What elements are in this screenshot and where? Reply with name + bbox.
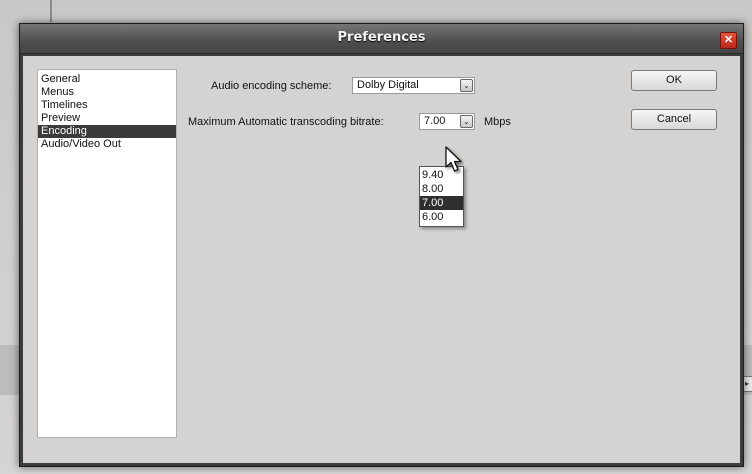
- close-icon[interactable]: ✕: [720, 32, 737, 49]
- category-list: General Menus Timelines Preview Encoding…: [37, 69, 177, 438]
- bitrate-label: Maximum Automatic transcoding bitrate:: [188, 116, 384, 128]
- category-item-general[interactable]: General: [38, 73, 176, 86]
- category-item-encoding[interactable]: Encoding: [38, 125, 176, 138]
- bitrate-option-7-00[interactable]: 7.00: [420, 196, 463, 210]
- bitrate-unit: Mbps: [484, 116, 511, 128]
- audio-encoding-label: Audio encoding scheme:: [211, 80, 332, 92]
- dialog-title: Preferences: [337, 30, 426, 45]
- dialog-content: General Menus Timelines Preview Encoding…: [23, 56, 740, 463]
- category-item-timelines[interactable]: Timelines: [38, 99, 176, 112]
- bitrate-value: 7.00: [424, 115, 446, 127]
- category-item-preview[interactable]: Preview: [38, 112, 176, 125]
- mouse-pointer-icon: [445, 146, 462, 172]
- cancel-button[interactable]: Cancel: [631, 109, 717, 130]
- preferences-dialog: Preferences ✕ General Menus Timelines Pr…: [19, 23, 744, 467]
- bitrate-select[interactable]: 7.00 ⌄: [419, 113, 475, 130]
- category-item-menus[interactable]: Menus: [38, 86, 176, 99]
- audio-encoding-select[interactable]: Dolby Digital ⌄: [352, 77, 475, 94]
- dialog-titlebar[interactable]: Preferences ✕: [20, 24, 743, 54]
- category-item-audio-video-out[interactable]: Audio/Video Out: [38, 138, 176, 151]
- background-divider: [50, 0, 52, 22]
- chevron-down-icon[interactable]: ⌄: [460, 79, 473, 92]
- bitrate-option-6-00[interactable]: 6.00: [420, 210, 463, 224]
- audio-encoding-value: Dolby Digital: [357, 79, 419, 91]
- chevron-down-icon[interactable]: ⌄: [460, 115, 473, 128]
- bitrate-option-8-00[interactable]: 8.00: [420, 182, 463, 196]
- ok-button[interactable]: OK: [631, 70, 717, 91]
- bitrate-dropdown-list: 9.40 8.00 7.00 6.00: [419, 166, 464, 227]
